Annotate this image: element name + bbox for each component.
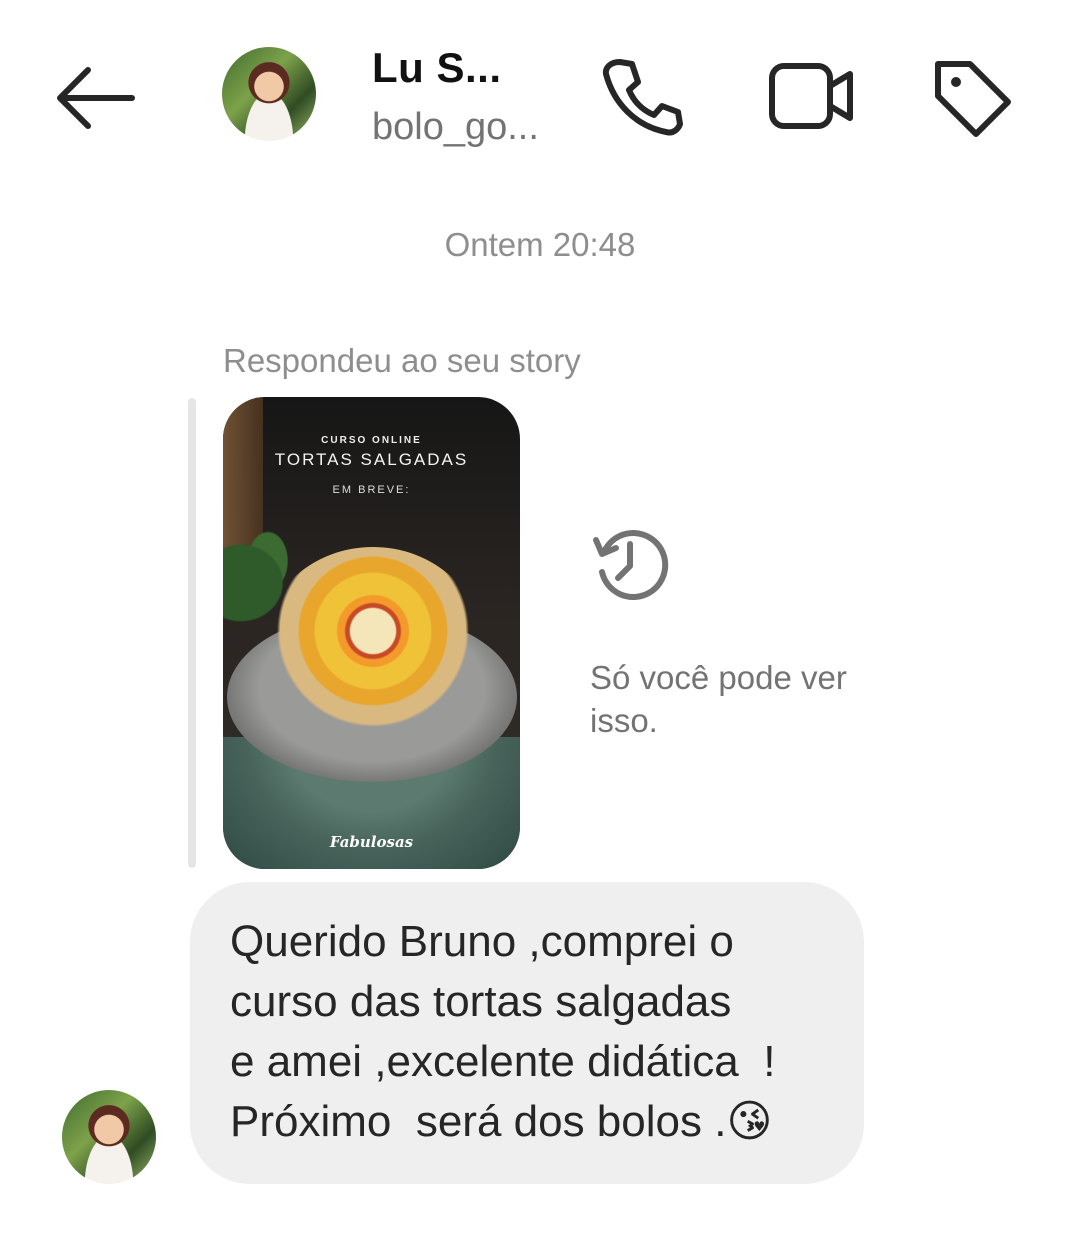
contact-name[interactable]: Lu S... — [372, 44, 502, 92]
phone-icon — [602, 59, 683, 136]
video-camera-icon — [769, 63, 853, 129]
avatar[interactable] — [222, 47, 316, 141]
reply-indicator-bar — [188, 398, 196, 868]
tag-icon — [935, 61, 1011, 137]
call-button[interactable] — [596, 52, 686, 142]
message-text: Querido Bruno ,comprei o curso das torta… — [230, 917, 776, 1146]
visibility-notice: Só você pode ver isso. — [590, 659, 847, 739]
story-title: TORTAS SALGADAS — [274, 450, 469, 469]
story-kicker: CURSO ONLINE — [321, 435, 422, 446]
history-icon — [588, 522, 672, 606]
video-call-button[interactable] — [766, 52, 856, 142]
contact-username[interactable]: bolo_go... — [372, 106, 539, 149]
story-reply-label: Respondeu ao seu story — [223, 342, 581, 379]
story-brand-logo: Fabulosas — [329, 833, 414, 851]
story-tart-image — [263, 547, 483, 747]
story-subtitle: EM BREVE: — [332, 484, 411, 496]
message-timestamp: Ontem 20:48 — [444, 226, 636, 263]
arrow-left-icon — [57, 67, 135, 129]
story-thumbnail[interactable]: CURSO ONLINE TORTAS SALGADAS EM BREVE: F… — [223, 397, 520, 869]
tag-button[interactable] — [926, 52, 1016, 142]
sender-avatar[interactable] — [62, 1090, 156, 1184]
back-button[interactable] — [52, 62, 138, 134]
message-bubble[interactable]: Querido Bruno ,comprei o curso das torta… — [190, 882, 864, 1184]
